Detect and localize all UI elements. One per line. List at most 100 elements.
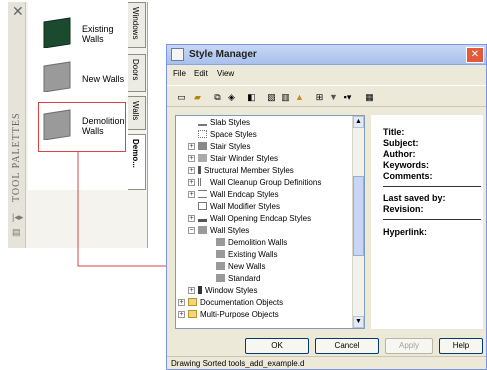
expand-icon[interactable]: + — [188, 215, 195, 222]
tree-item-wall-cleanup-group[interactable]: Wall Cleanup Group Definitions — [198, 177, 321, 188]
tree-item-new-walls[interactable]: New Walls — [216, 261, 265, 272]
tree-item-window-styles[interactable]: Window Styles — [198, 285, 257, 296]
display-icon[interactable]: ▦ — [363, 91, 376, 103]
view-dropdown-icon[interactable]: ▪▾ — [341, 91, 354, 103]
tree-item-demolition-walls[interactable]: Demolition Walls — [216, 237, 287, 248]
tool-label: Existing Walls — [82, 24, 114, 44]
style-manager-icon — [171, 48, 184, 61]
folder-icon — [188, 298, 197, 306]
auto-hide-icon[interactable]: |◂▸ — [12, 212, 23, 223]
slab-icon — [198, 118, 207, 126]
tree-item-structural-member-styles[interactable]: Structural Member Styles — [198, 165, 294, 176]
tab-windows[interactable]: Windows — [128, 2, 146, 48]
tree-item-wall-opening-endcap-styles[interactable]: Wall Opening Endcap Styles — [198, 213, 311, 224]
demolition-walls-highlight — [38, 102, 126, 152]
scroll-thumb[interactable] — [353, 176, 364, 256]
prop-keywords: Keywords: — [383, 160, 430, 170]
prop-hyperlink: Hyperlink: — [383, 227, 428, 237]
tree-item-stair-styles[interactable]: Stair Styles — [198, 141, 250, 152]
existing-walls-thumbnail — [43, 17, 71, 48]
tree-item-wall-styles[interactable]: Wall Styles — [198, 225, 249, 236]
style-tree[interactable]: Slab Styles Space Styles + Stair Styles … — [175, 115, 365, 329]
cancel-button[interactable]: Cancel — [315, 338, 379, 354]
tool-label: New Walls — [82, 74, 125, 84]
sort-icon[interactable]: ⊞ — [313, 91, 326, 103]
new-drawing-icon[interactable]: ▭ — [175, 91, 188, 103]
tab-label: Walls — [131, 101, 140, 121]
window-close-button[interactable]: ✕ — [466, 47, 484, 63]
menu-edit[interactable]: Edit — [194, 69, 208, 78]
palette-title: TOOL PALETTES — [11, 112, 22, 202]
filter-icon[interactable]: ▥ — [279, 91, 292, 103]
wall-icon — [216, 250, 225, 258]
menu-view[interactable]: View — [217, 69, 234, 78]
tree-item-multi-purpose-objects[interactable]: Multi-Purpose Objects — [188, 309, 279, 320]
scroll-down-icon[interactable]: ▼ — [353, 316, 364, 328]
tab-demo[interactable]: Demo... — [128, 134, 146, 190]
warning-icon[interactable]: ▲ — [293, 91, 306, 103]
palette-tabs: Windows Doors Walls Demo... — [128, 2, 146, 248]
folder-icon — [188, 310, 197, 318]
expand-icon[interactable]: + — [188, 191, 195, 198]
member-icon — [198, 166, 201, 174]
tree-item-existing-walls[interactable]: Existing Walls — [216, 249, 278, 260]
divider — [383, 186, 481, 187]
tool-existing-walls[interactable]: Existing Walls — [42, 16, 132, 56]
window-title: Style Manager — [189, 49, 257, 60]
stair-winder-icon — [198, 154, 207, 162]
properties-panel: Title: Subject: Author: Keywords: Commen… — [371, 115, 483, 329]
expand-icon[interactable]: + — [188, 287, 195, 294]
tab-label: Windows — [131, 7, 140, 40]
purge-icon[interactable]: ▧ — [265, 91, 278, 103]
prop-title: Title: — [383, 127, 405, 137]
tree-item-wall-modifier-styles[interactable]: Wall Modifier Styles — [198, 201, 280, 212]
tree-label: Wall Opening Endcap Styles — [210, 214, 312, 223]
tree-item-stair-winder-styles[interactable]: Stair Winder Styles — [198, 153, 278, 164]
opening-endcap-icon — [198, 214, 207, 222]
expand-icon[interactable]: + — [188, 155, 195, 162]
scroll-up-icon[interactable]: ▲ — [353, 116, 364, 128]
tree-item-standard[interactable]: Standard — [216, 273, 260, 284]
collapse-icon[interactable]: − — [188, 227, 195, 234]
tree-item-slab-styles[interactable]: Slab Styles — [198, 117, 250, 128]
window-icon — [198, 286, 202, 294]
tree-label: Stair Winder Styles — [210, 154, 279, 163]
tree-item-documentation-objects[interactable]: Documentation Objects — [188, 297, 283, 308]
help-button[interactable]: Help — [439, 338, 483, 354]
expand-icon[interactable]: + — [188, 179, 195, 186]
paste-icon[interactable]: ◈ — [225, 91, 238, 103]
copy-icon[interactable]: ⧉ — [211, 91, 224, 103]
tab-doors[interactable]: Doors — [128, 54, 146, 92]
properties-icon[interactable]: ▤ — [12, 227, 21, 238]
endcap-icon — [198, 190, 207, 198]
modifier-icon — [198, 202, 207, 210]
tree-item-wall-endcap-styles[interactable]: Wall Endcap Styles — [198, 189, 279, 200]
style-manager-window: Style Manager ✕ File Edit View ▭ ▰ ⧉ ◈ ◧… — [166, 44, 487, 370]
prop-subject: Subject: — [383, 138, 419, 148]
window-titlebar[interactable]: Style Manager ✕ — [167, 45, 486, 65]
divider — [383, 219, 481, 220]
stair-icon — [198, 142, 207, 150]
apply-button[interactable]: Apply — [385, 338, 433, 354]
expand-icon[interactable]: + — [188, 167, 195, 174]
menu-file[interactable]: File — [173, 69, 186, 78]
edit-style-icon[interactable]: ◧ — [245, 91, 258, 103]
tree-label: Structural Member Styles — [204, 166, 294, 175]
ok-button[interactable]: OK — [245, 338, 309, 354]
open-drawing-icon[interactable]: ▰ — [191, 91, 204, 103]
prop-revision: Revision: — [383, 204, 424, 214]
tree-scrollbar[interactable]: ▲ ▼ — [352, 116, 364, 328]
expand-icon[interactable]: + — [178, 299, 185, 306]
expand-icon[interactable]: + — [188, 143, 195, 150]
wall-icon — [216, 262, 225, 270]
funnel-icon[interactable]: ▼ — [327, 91, 340, 103]
tab-walls[interactable]: Walls — [128, 96, 146, 130]
tree-label: Wall Endcap Styles — [210, 190, 279, 199]
tree-label: Space Styles — [210, 130, 257, 139]
tree-item-space-styles[interactable]: Space Styles — [198, 129, 257, 140]
tree-label: Demolition Walls — [228, 238, 288, 247]
tree-label: Documentation Objects — [200, 298, 284, 307]
expand-icon[interactable]: + — [178, 311, 185, 318]
close-icon[interactable]: ✕ — [12, 4, 24, 18]
tool-new-walls[interactable]: New Walls — [42, 60, 132, 100]
